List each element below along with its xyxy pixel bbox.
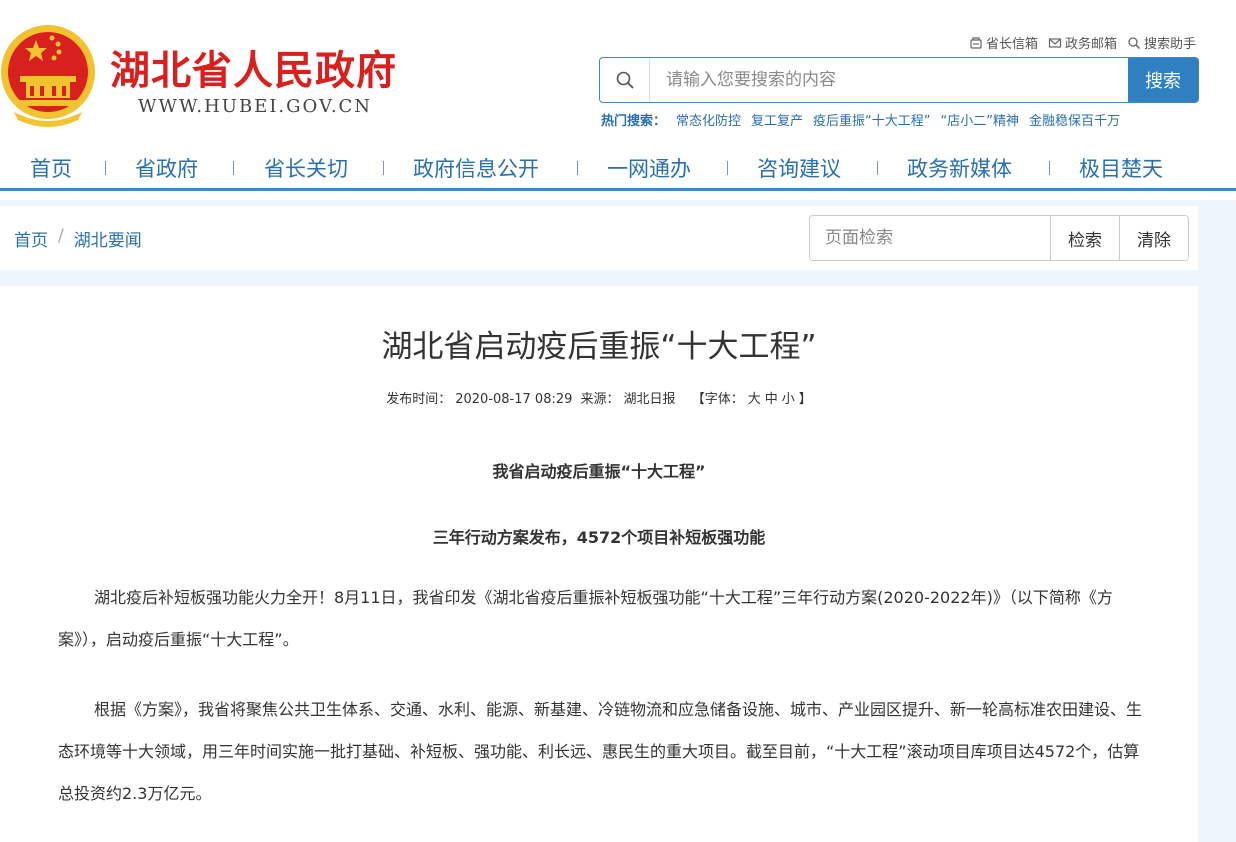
hot-search: 热门搜索： 常态化防控 复工复产 疫后重振“十大工程” “店小二”精神 金融稳保… — [601, 110, 1120, 129]
nav-item-new-media[interactable]: 政务新媒体 — [907, 153, 1012, 183]
nav-item-jimu-chutian[interactable]: 极目楚天 — [1079, 153, 1163, 183]
hot-search-item[interactable]: 金融稳保百千万 — [1029, 110, 1120, 129]
publish-time-label: 发布时间： — [386, 392, 452, 407]
hot-search-item[interactable]: 疫后重振“十大工程” — [813, 110, 930, 129]
nav-underline — [0, 188, 1236, 191]
source-label: 来源： — [580, 392, 620, 407]
article-paragraph: 湖北疫后补短板强功能火力全开！8月11日，我省印发《湖北省疫后重振补短板强功能“… — [58, 588, 1113, 649]
top-link-government-email[interactable]: 政务邮箱 — [1048, 33, 1117, 52]
font-size-medium-button[interactable]: 中 — [765, 392, 778, 407]
nav-divider — [877, 161, 878, 175]
top-link-label: 省长信箱 — [985, 37, 1038, 52]
publish-time: 2020-08-17 08:29 — [455, 392, 573, 407]
national-emblem-icon — [1, 25, 95, 127]
breadcrumb-bar: 首页 / 湖北要闻 检索 清除 — [0, 206, 1198, 270]
nav-divider — [727, 161, 728, 175]
hot-search-item[interactable]: “店小二”精神 — [941, 110, 1019, 129]
hot-search-label: 热门搜索： — [601, 114, 667, 129]
breadcrumb: 首页 / 湖北要闻 — [14, 226, 142, 251]
nav-item-home[interactable]: 首页 — [30, 153, 72, 183]
article: 湖北省启动疫后重振“十大工程” 发布时间： 2020-08-17 08:29 来源… — [0, 286, 1198, 842]
hot-search-item[interactable]: 常态化防控 — [676, 110, 741, 129]
source: 湖北日报 — [623, 392, 676, 407]
nav-item-information-disclosure[interactable]: 政府信息公开 — [413, 153, 539, 183]
site-search-input[interactable] — [650, 58, 1128, 102]
font-size-close: 】 — [798, 392, 812, 407]
nav-divider — [233, 161, 234, 175]
top-link-governor-mailbox[interactable]: 省长信箱 — [969, 33, 1038, 52]
breadcrumb-item-home[interactable]: 首页 — [14, 226, 48, 251]
nav-divider — [1049, 161, 1050, 175]
top-link-label: 政务邮箱 — [1064, 37, 1117, 52]
nav-divider — [577, 161, 578, 175]
article-title: 湖北省启动疫后重振“十大工程” — [381, 329, 817, 365]
main-nav: 首页 省政府 省长关切 政府信息公开 一网通办 咨询建议 政务新媒体 极目楚天 — [0, 148, 1236, 188]
article-paragraph: 根据《方案》，我省将聚焦公共卫生体系、交通、水利、能源、新基建、冷链物流和应急储… — [58, 700, 1143, 803]
article-subtitle: 三年行动方案发布，4572个项目补短板强功能 — [432, 528, 766, 547]
site-title[interactable]: 湖北省人民政府 — [110, 38, 397, 96]
breadcrumb-item-hubei-news[interactable]: 湖北要闻 — [74, 226, 142, 251]
site-header: 湖北省人民政府 WWW.HUBEI.GOV.CN 省长信箱 政务邮箱 搜索助手 — [0, 0, 1236, 200]
font-size-small-button[interactable]: 小 — [782, 392, 795, 407]
nav-item-provincial-government[interactable]: 省政府 — [135, 153, 198, 183]
nav-item-consultation[interactable]: 咨询建议 — [757, 153, 841, 183]
top-links: 省长信箱 政务邮箱 搜索助手 — [969, 33, 1196, 52]
nav-item-one-stop-service[interactable]: 一网通办 — [607, 153, 691, 183]
site-url: WWW.HUBEI.GOV.CN — [138, 96, 373, 117]
breadcrumb-separator: / — [58, 226, 64, 246]
nav-divider — [105, 161, 106, 175]
top-link-search-assistant[interactable]: 搜索助手 — [1127, 33, 1196, 52]
mailbox-icon — [970, 36, 982, 49]
page-search: 检索 清除 — [809, 215, 1189, 261]
page-search-input[interactable] — [810, 216, 1050, 260]
nav-item-governor-concerns[interactable]: 省长关切 — [264, 153, 348, 183]
page-clear-button[interactable]: 清除 — [1119, 216, 1188, 260]
article-meta: 发布时间： 2020-08-17 08:29 来源： 湖北日报 【字体： 大中小】 — [0, 388, 1198, 407]
top-link-label: 搜索助手 — [1143, 37, 1196, 52]
site-search-box: 搜索 — [599, 57, 1199, 103]
nav-divider — [383, 161, 384, 175]
search-icon-container — [600, 58, 650, 102]
site-search-button[interactable]: 搜索 — [1128, 58, 1198, 102]
font-size-large-button[interactable]: 大 — [748, 392, 761, 407]
search-icon — [1128, 36, 1141, 49]
page-search-button[interactable]: 检索 — [1050, 216, 1119, 260]
article-subtitle: 我省启动疫后重振“十大工程” — [492, 462, 706, 481]
hot-search-item[interactable]: 复工复产 — [751, 110, 803, 129]
search-icon — [616, 71, 634, 89]
envelope-icon — [1048, 37, 1062, 48]
font-size-open: 【字体： — [691, 392, 744, 407]
